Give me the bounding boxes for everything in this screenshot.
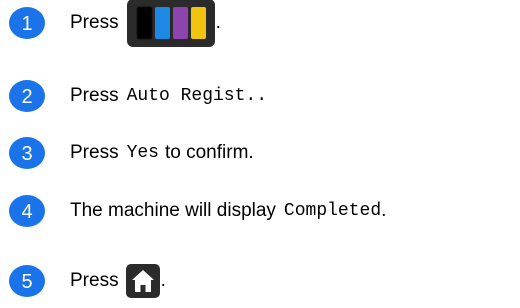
step-2-code: Auto Regist.. [126,86,268,106]
step-5-text-before: Press [70,270,119,291]
step-3-code: Yes [126,143,159,163]
step-1-text-after: . [215,12,221,33]
step-3: 3 Press Yes to confirm. [8,136,254,170]
step-number-1-icon: 1 [9,7,45,39]
step-number-5: 5 [21,271,32,293]
step-4: 4 The machine will display Completed . [8,194,386,228]
step-1: 1 Press . [8,0,221,47]
step-number-4: 4 [21,201,32,223]
step-3-text-before: Press [70,142,119,163]
step-4-text-before: The machine will display [70,200,276,221]
step-1-text: Press . [70,0,221,47]
step-4-text: The machine will display Completed . [70,194,386,228]
step-number-1: 1 [21,13,32,35]
step-2: 2 Press Auto Regist.. [8,79,267,113]
step-2-text-before: Press [70,85,119,106]
ink-icon[interactable] [126,0,215,47]
step-number-3: 3 [21,143,32,165]
step-4-text-after: . [381,200,387,221]
step-2-text: Press Auto Regist.. [70,79,267,113]
step-number-5-icon: 5 [9,265,45,297]
step-number-4-icon: 4 [9,195,45,227]
step-number-3-icon: 3 [9,137,45,169]
home-icon[interactable] [125,264,160,298]
step-3-text: Press Yes to confirm. [70,136,254,170]
step-5-text-after: . [160,270,166,291]
step-4-code: Completed [283,201,382,221]
step-number-2: 2 [21,86,32,108]
step-5: 5 Press . [8,264,166,298]
step-1-text-before: Press [70,12,119,33]
step-number-2-icon: 2 [9,80,45,112]
step-5-text: Press . [70,264,166,298]
step-3-text-after: to confirm. [164,142,254,163]
